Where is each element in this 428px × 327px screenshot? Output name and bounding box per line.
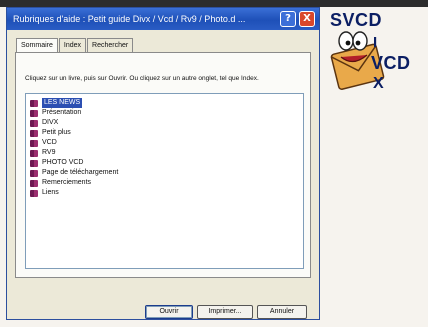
help-button[interactable]: ? bbox=[280, 11, 296, 27]
window-title: Rubriques d'aide : Petit guide Divx / Vc… bbox=[13, 14, 246, 24]
book-icon bbox=[30, 109, 39, 117]
svcd-mascot-logo: SVCD I VCD X bbox=[327, 7, 428, 117]
title-bar[interactable]: Rubriques d'aide : Petit guide Divx / Vc… bbox=[7, 8, 319, 30]
book-icon bbox=[30, 99, 39, 107]
mascot-text-svcd: SVCD bbox=[330, 10, 383, 30]
mascot-text-x: X bbox=[373, 75, 385, 92]
tree-item-rv9[interactable]: RV9 bbox=[30, 148, 56, 158]
contents-panel: Cliquez sur un livre, puis sur Ouvrir. O… bbox=[15, 52, 311, 278]
tree-item-photo-vcd[interactable]: PHOTO VCD bbox=[30, 158, 84, 168]
book-icon bbox=[30, 149, 39, 157]
book-icon bbox=[30, 179, 39, 187]
open-button[interactable]: Ouvrir bbox=[145, 305, 193, 319]
contents-tree[interactable]: LES NEWS Présentation DIVX Petit plus VC… bbox=[25, 93, 304, 269]
tab-strip: Sommaire Index Rechercher bbox=[16, 38, 134, 54]
tree-item-label: Présentation bbox=[42, 109, 82, 116]
tree-item-page-telechargement[interactable]: Page de téléchargement bbox=[30, 168, 118, 178]
book-icon bbox=[30, 189, 39, 197]
help-topics-dialog: Rubriques d'aide : Petit guide Divx / Vc… bbox=[6, 7, 320, 320]
tree-item-label: Liens bbox=[42, 189, 59, 196]
book-icon bbox=[30, 159, 39, 167]
tree-item-petit-plus[interactable]: Petit plus bbox=[30, 128, 71, 138]
instruction-text: Cliquez sur un livre, puis sur Ouvrir. O… bbox=[25, 75, 259, 82]
tree-item-label: RV9 bbox=[42, 149, 56, 156]
tree-item-vcd[interactable]: VCD bbox=[30, 138, 57, 148]
tree-item-label: Petit plus bbox=[42, 129, 71, 136]
top-dark-strip bbox=[0, 0, 428, 7]
mascot-text-vcd: VCD bbox=[371, 53, 411, 73]
tree-item-liens[interactable]: Liens bbox=[30, 188, 59, 198]
tree-item-label: LES NEWS bbox=[42, 98, 83, 108]
book-icon bbox=[30, 139, 39, 147]
mascot-text-i: I bbox=[373, 34, 378, 51]
close-button[interactable]: X bbox=[299, 11, 315, 27]
tree-item-label: Remerciements bbox=[42, 179, 92, 186]
tree-item-remerciements[interactable]: Remerciements bbox=[30, 178, 91, 188]
tree-item-label: PHOTO VCD bbox=[42, 159, 84, 166]
tree-item-presentation[interactable]: Présentation bbox=[30, 108, 81, 118]
tree-item-label: VCD bbox=[42, 139, 57, 146]
book-icon bbox=[30, 129, 39, 137]
book-icon bbox=[30, 119, 39, 127]
print-button[interactable]: Imprimer... bbox=[197, 305, 253, 319]
tree-item-divx[interactable]: DIVX bbox=[30, 118, 58, 128]
tab-index[interactable]: Index bbox=[58, 38, 87, 52]
tab-rechercher[interactable]: Rechercher bbox=[87, 38, 134, 52]
tree-item-les-news[interactable]: LES NEWS bbox=[30, 98, 83, 108]
tree-item-label: DIVX bbox=[42, 119, 59, 126]
tree-item-label: Page de téléchargement bbox=[42, 169, 119, 176]
cancel-button[interactable]: Annuler bbox=[257, 305, 307, 319]
book-icon bbox=[30, 169, 39, 177]
